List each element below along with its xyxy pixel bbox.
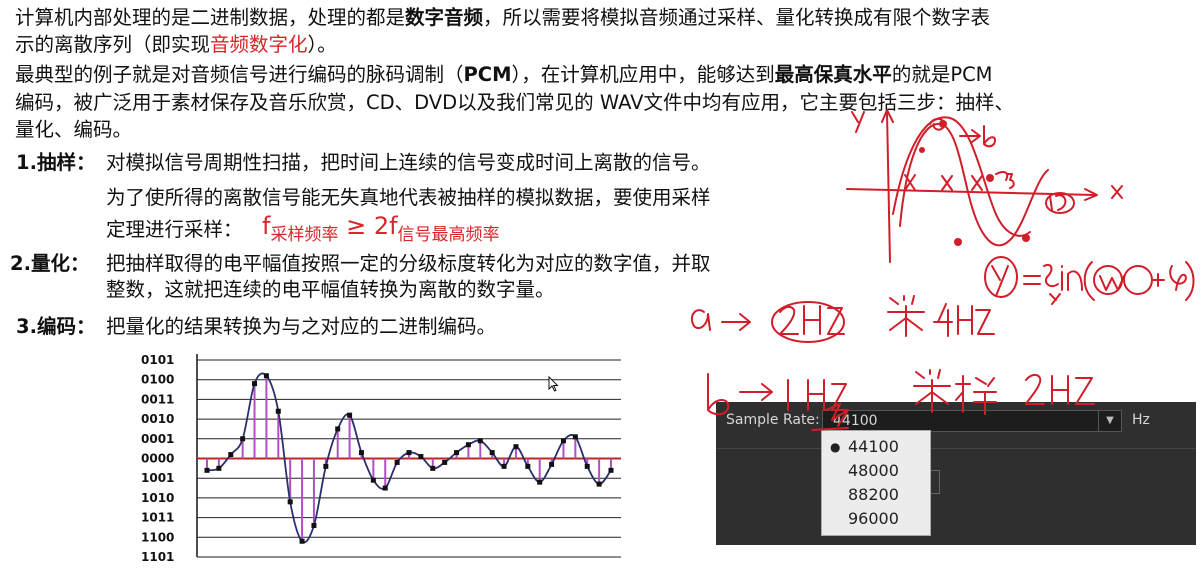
sample-rate-select[interactable]: 44100 ▼ [822, 410, 1122, 432]
sample-point [477, 438, 483, 444]
step-3-label: 3.编码： [16, 315, 96, 338]
sample-point [454, 450, 460, 456]
sample-point [358, 450, 364, 456]
sample-point [608, 467, 614, 473]
sample-point [525, 463, 531, 469]
step-1-text-3: 定理进行采样： [106, 218, 243, 241]
step-2-text-1: 把抽样取得的电平幅值按照一定的分级标度转化为对应的数字值，并取 [106, 252, 711, 275]
sample-rate-option[interactable]: ● 44100 [822, 435, 930, 459]
sample-point [394, 459, 400, 465]
sample-rate-option[interactable]: 48000 [822, 459, 930, 483]
sample-rate-options-menu: ● 44100 48000 88200 96000 [821, 430, 931, 536]
sampling-theorem-formula: f采样频率 ≥ 2f信号最高频率 [262, 212, 500, 245]
sample-point [252, 381, 258, 387]
mouse-cursor-icon [548, 376, 559, 392]
selected-bullet-icon: ● [830, 440, 841, 454]
y-tick-label: 0000 [141, 452, 174, 466]
sample-point [382, 485, 388, 491]
step-1-text-1: 对模拟信号周期性扫描，把时间上连续的信号变成时间上离散的信号。 [106, 151, 711, 174]
sample-rate-unit: Hz [1132, 412, 1150, 428]
sample-point [323, 463, 329, 469]
sample-point [228, 452, 234, 458]
sample-rate-label: Sample Rate: [726, 412, 820, 428]
y-tick-label: 0100 [141, 373, 174, 387]
sample-point [560, 438, 566, 444]
sample-rate-value: 44100 [833, 413, 878, 429]
sample-point [537, 479, 543, 485]
pcm-line-1: 最典型的例子就是对音频信号进行编码的脉码调制（PCM），在计算机应用中，能够达到… [15, 63, 993, 86]
step-1-text-2: 为了使所得的离散信号能无失真地代表被抽样的模拟数据，要使用采样 [106, 186, 711, 209]
sample-point [549, 461, 555, 467]
sample-point [275, 408, 281, 414]
sample-point [263, 373, 269, 379]
step-2-text-2: 整数，这就把连续的电平幅值转换为离散的数字量。 [106, 278, 555, 301]
sample-point [513, 444, 519, 450]
y-tick-label: 0001 [141, 432, 174, 446]
sample-point [370, 477, 376, 483]
pcm-line-3: 量化、编码。 [15, 118, 133, 141]
ink-axes-sketch [846, 109, 1123, 263]
sample-point [287, 499, 293, 505]
ink-a-2hz [690, 301, 845, 343]
sample-point [311, 522, 317, 528]
y-tick-label: 1100 [141, 530, 174, 544]
sample-rate-panel: Sample Rate: 44100 ▼ Hz ● 44100 48000 88… [716, 402, 1196, 545]
y-tick-label: 1101 [141, 550, 174, 564]
sample-point [299, 538, 305, 544]
sample-rate-option[interactable]: 96000 [822, 507, 930, 531]
step-2-label: 2.量化： [10, 252, 90, 275]
y-tick-label: 1010 [141, 491, 174, 505]
sample-point [240, 436, 246, 442]
sample-point [335, 426, 341, 432]
y-tick-label: 0011 [141, 392, 174, 406]
intro-line-1: 计算机内部处理的是二进制数据，处理的都是数字音频，所以需要将模拟音频通过采样、量… [15, 6, 991, 29]
sample-point [430, 465, 436, 471]
pcm-line-2: 编码，被广泛用于素材保存及音乐欣赏，CD、DVD以及我们常见的 WAV文件中均有… [15, 91, 1015, 114]
intro-line-2: 示的离散序列（即实现音频数字化）。 [15, 33, 337, 56]
step-3-text-1: 把量化的结果转换为与之对应的二进制编码。 [106, 315, 497, 338]
sample-rate-option[interactable]: 88200 [822, 483, 930, 507]
ink-sample-4hz [887, 295, 995, 337]
sample-point [489, 450, 495, 456]
y-tick-label: 0010 [141, 412, 174, 426]
step-1-label: 1.抽样： [16, 151, 96, 174]
sample-point [501, 463, 507, 469]
ink-sine-formula [984, 256, 1195, 305]
sample-point [418, 454, 424, 460]
y-tick-label: 1011 [141, 511, 174, 525]
sample-point [347, 412, 353, 418]
panel-divider [716, 448, 1196, 449]
sample-point [216, 465, 222, 471]
sample-point [465, 442, 471, 448]
sample-point [406, 450, 412, 456]
dropdown-arrow-icon[interactable]: ▼ [1098, 411, 1121, 431]
sample-point [442, 459, 448, 465]
sample-point [572, 434, 578, 440]
y-tick-label: 0101 [141, 353, 174, 367]
sample-point [584, 463, 590, 469]
ink-sine-sketch [892, 116, 1075, 247]
sample-point [204, 467, 210, 473]
sample-point [596, 481, 602, 487]
y-tick-label: 1001 [141, 471, 174, 485]
